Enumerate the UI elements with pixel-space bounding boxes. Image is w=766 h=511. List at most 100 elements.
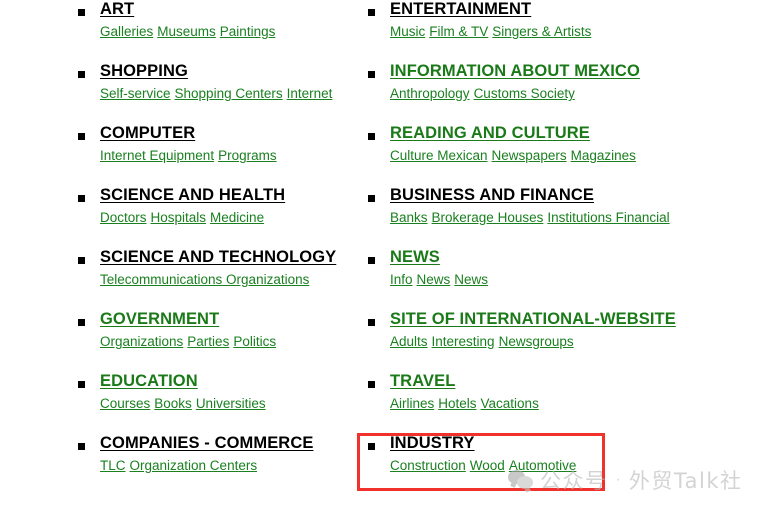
category-links: TLC Organization Centers xyxy=(100,457,348,474)
category-link[interactable]: Medicine xyxy=(210,210,264,225)
category-block: INFORMATION ABOUT MEXICO Anthropology Cust… xyxy=(368,62,748,112)
category-link[interactable]: TLC xyxy=(100,458,126,473)
category-block: EDUCATION Courses Books Universities xyxy=(78,372,348,422)
category-link[interactable]: Shopping Centers xyxy=(175,86,283,101)
category-link[interactable]: Info xyxy=(390,272,413,287)
category-title[interactable]: EDUCATION xyxy=(100,372,198,391)
square-bullet-icon xyxy=(78,257,85,264)
category-link[interactable]: Institutions Financial xyxy=(547,210,669,225)
category-link[interactable]: Self-service xyxy=(100,86,171,101)
category-link[interactable]: Brokerage Houses xyxy=(432,210,544,225)
category-link[interactable]: Automotive xyxy=(509,458,577,473)
category-link[interactable]: Culture Mexican xyxy=(390,148,488,163)
category-link[interactable]: Hotels xyxy=(438,396,476,411)
category-title[interactable]: SHOPPING xyxy=(100,62,188,81)
category-link[interactable]: Telecommunications Organizations xyxy=(100,272,309,287)
category-link[interactable]: Interesting xyxy=(432,334,495,349)
category-block: COMPUTER Internet Equipment Programs xyxy=(78,124,348,174)
category-links: Anthropology Customs Society xyxy=(390,85,748,102)
category-link[interactable]: Paintings xyxy=(220,24,276,39)
category-link[interactable]: Customs Society xyxy=(474,86,575,101)
category-link[interactable]: Wood xyxy=(470,458,505,473)
category-title[interactable]: INDUSTRY xyxy=(390,434,475,453)
category-block: BUSINESS AND FINANCE Banks Brokerage House… xyxy=(368,186,748,236)
category-link[interactable]: Doctors xyxy=(100,210,147,225)
square-bullet-icon xyxy=(78,133,85,140)
category-link[interactable]: Galleries xyxy=(100,24,153,39)
square-bullet-icon xyxy=(78,319,85,326)
category-link[interactable]: Internet xyxy=(287,86,333,101)
category-title[interactable]: NEWS xyxy=(390,248,440,267)
category-links: Music Film & TV Singers & Artists xyxy=(390,23,748,40)
category-link[interactable]: Programs xyxy=(218,148,277,163)
category-title[interactable]: INFORMATION ABOUT MEXICO xyxy=(390,62,640,81)
category-link[interactable]: Vacations xyxy=(481,396,539,411)
square-bullet-icon xyxy=(368,257,375,264)
category-links: Airlines Hotels Vacations xyxy=(390,395,748,412)
category-link[interactable]: Parties xyxy=(187,334,229,349)
category-link[interactable]: Organization Centers xyxy=(130,458,258,473)
category-title[interactable]: ART xyxy=(100,0,134,19)
category-links: Internet Equipment Programs xyxy=(100,147,348,164)
category-link[interactable]: Adults xyxy=(390,334,428,349)
category-link[interactable]: Construction xyxy=(390,458,466,473)
category-block: SHOPPING Self-service Shopping Centers Inte… xyxy=(78,62,348,112)
category-link[interactable]: Banks xyxy=(390,210,428,225)
category-block: TRAVEL Airlines Hotels Vacations xyxy=(368,372,748,422)
square-bullet-icon xyxy=(78,443,85,450)
category-link[interactable]: Courses xyxy=(100,396,150,411)
square-bullet-icon xyxy=(78,9,85,16)
category-links: Courses Books Universities xyxy=(100,395,348,412)
category-block: COMPANIES - COMMERCE TLC Organization Cent… xyxy=(78,434,348,484)
category-links: Culture Mexican Newspapers Magazines xyxy=(390,147,748,164)
category-block: NEWS Info News News xyxy=(368,248,748,298)
square-bullet-icon xyxy=(368,133,375,140)
category-block: ENTERTAINMENT Music Film & TV Singers & Art… xyxy=(368,0,748,50)
category-links: Banks Brokerage Houses Institutions Financ… xyxy=(390,209,748,226)
square-bullet-icon xyxy=(78,71,85,78)
category-links: Organizations Parties Politics xyxy=(100,333,348,350)
category-link[interactable]: Organizations xyxy=(100,334,183,349)
category-link[interactable]: Books xyxy=(154,396,192,411)
category-title[interactable]: TRAVEL xyxy=(390,372,455,391)
square-bullet-icon xyxy=(368,71,375,78)
category-link[interactable]: Airlines xyxy=(390,396,434,411)
category-links: Adults Interesting Newsgroups xyxy=(390,333,748,350)
category-title[interactable]: SCIENCE AND HEALTH xyxy=(100,186,285,205)
category-title[interactable]: COMPUTER xyxy=(100,124,195,143)
category-block: GOVERNMENT Organizations Parties Politics xyxy=(78,310,348,360)
category-title[interactable]: BUSINESS AND FINANCE xyxy=(390,186,594,205)
category-link[interactable]: Film & TV xyxy=(429,24,488,39)
category-title[interactable]: ENTERTAINMENT xyxy=(390,0,531,19)
category-link[interactable]: Singers & Artists xyxy=(492,24,591,39)
category-link[interactable]: Music xyxy=(390,24,425,39)
category-link[interactable]: Internet Equipment xyxy=(100,148,214,163)
directory-page: ART Galleries Museums Paintings SHOPPING Self… xyxy=(0,0,766,511)
category-link[interactable]: Anthropology xyxy=(390,86,470,101)
category-link[interactable]: News xyxy=(454,272,488,287)
category-links: Doctors Hospitals Medicine xyxy=(100,209,348,226)
category-link[interactable]: Magazines xyxy=(571,148,636,163)
category-title[interactable]: COMPANIES - COMMERCE xyxy=(100,434,313,453)
category-block: SCIENCE AND TECHNOLOGY Telecommunications… xyxy=(78,248,348,298)
category-title[interactable]: READING AND CULTURE xyxy=(390,124,590,143)
category-link[interactable]: News xyxy=(417,272,451,287)
category-link[interactable]: Newsgroups xyxy=(499,334,574,349)
category-links: Construction Wood Automotive xyxy=(390,457,748,474)
category-link[interactable]: Museums xyxy=(157,24,216,39)
square-bullet-icon xyxy=(78,381,85,388)
category-links: Telecommunications Organizations xyxy=(100,271,348,288)
category-block: SITE OF INTERNATIONAL-WEBSITE Adults Inter… xyxy=(368,310,748,360)
category-title[interactable]: SITE OF INTERNATIONAL-WEBSITE xyxy=(390,310,676,329)
square-bullet-icon xyxy=(368,9,375,16)
category-title[interactable]: GOVERNMENT xyxy=(100,310,219,329)
category-columns: ART Galleries Museums Paintings SHOPPING Self… xyxy=(0,0,766,511)
category-link[interactable]: Politics xyxy=(233,334,276,349)
category-link[interactable]: Newspapers xyxy=(492,148,567,163)
category-links: Self-service Shopping Centers Internet xyxy=(100,85,348,102)
category-title[interactable]: SCIENCE AND TECHNOLOGY xyxy=(100,248,336,267)
category-link[interactable]: Universities xyxy=(196,396,266,411)
category-link[interactable]: Hospitals xyxy=(151,210,207,225)
category-block: INDUSTRY Construction Wood Automotive xyxy=(368,434,748,484)
square-bullet-icon xyxy=(368,381,375,388)
